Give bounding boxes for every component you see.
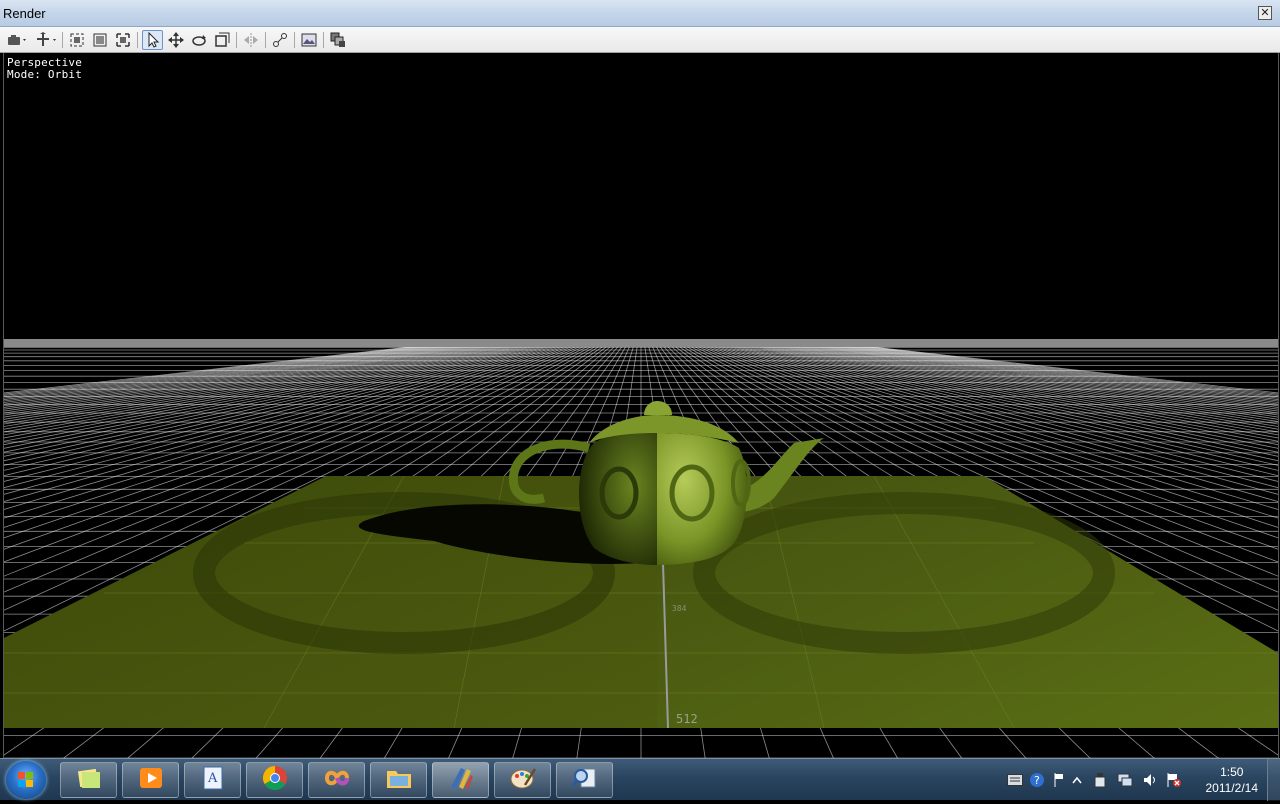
move-tool-icon[interactable] <box>166 30 186 50</box>
viewport-info: Perspective Mode: Orbit <box>7 57 82 81</box>
show-desktop-button[interactable] <box>1267 759 1280 801</box>
rotate-tool-icon[interactable] <box>189 30 209 50</box>
window-title: Render <box>3 6 46 21</box>
render-app-icon <box>447 765 475 796</box>
mode-label: Mode: Orbit <box>7 68 83 81</box>
ruler-small-label: 384 <box>672 604 687 613</box>
layers-icon[interactable] <box>328 30 348 50</box>
teapot-knob <box>644 401 672 415</box>
taskbar-app-visual-studio[interactable] <box>308 762 365 798</box>
visual-studio-icon <box>323 765 351 796</box>
close-button[interactable]: ✕ <box>1258 6 1272 20</box>
taskbar-app-wordpad[interactable]: A <box>184 762 241 798</box>
action-center-icon[interactable] <box>1166 772 1182 788</box>
taskbar-app-render[interactable] <box>432 762 489 798</box>
svg-text:A: A <box>207 771 218 786</box>
ruler-label: 512 <box>676 712 698 726</box>
help-icon[interactable]: ? <box>1029 772 1045 788</box>
windows-taskbar: A ? 1:50 2011/2/14 <box>0 758 1280 801</box>
connect-tool-icon[interactable] <box>270 30 290 50</box>
show-hidden-icon[interactable] <box>1069 772 1085 788</box>
window-titlebar[interactable]: Render ✕ <box>0 0 1280 27</box>
sticky-notes-icon <box>76 765 102 796</box>
taskbar-app-chrome[interactable] <box>246 762 303 798</box>
taskbar-app-search-tool[interactable] <box>556 762 613 798</box>
svg-text:?: ? <box>1034 774 1040 787</box>
3d-viewport[interactable]: 512 384 Perspective Mode: Orbit <box>3 53 1279 758</box>
snapshot-icon[interactable] <box>299 30 319 50</box>
explorer-folder-icon <box>385 765 413 796</box>
network-icon[interactable] <box>1117 772 1133 788</box>
select-arrow-icon[interactable] <box>142 30 163 50</box>
fit-view-icon[interactable] <box>113 30 133 50</box>
paint-icon <box>509 765 537 796</box>
mirror-tool-icon[interactable] <box>241 30 261 50</box>
taskbar-app-sticky-notes[interactable] <box>60 762 117 798</box>
flag-icon[interactable] <box>1051 772 1067 788</box>
taskbar-app-paint[interactable] <box>494 762 551 798</box>
start-button[interactable] <box>6 761 46 799</box>
viewport-toolbar <box>0 27 1280 53</box>
frame-selected-icon[interactable] <box>90 30 110 50</box>
camera-menu-icon[interactable] <box>5 30 29 50</box>
volume-icon[interactable] <box>1142 772 1158 788</box>
search-tool-icon <box>571 765 599 796</box>
media-player-icon <box>138 765 164 796</box>
system-clock[interactable]: 1:50 2011/2/14 <box>1206 764 1259 796</box>
render-scene: 512 384 <box>4 339 1278 758</box>
scale-tool-icon[interactable] <box>212 30 232 50</box>
usb-icon[interactable] <box>1092 772 1108 788</box>
frame-all-icon[interactable] <box>67 30 87 50</box>
horizon-band <box>4 339 1278 347</box>
clock-time: 1:50 <box>1220 765 1244 779</box>
clock-date: 2011/2/14 <box>1205 781 1259 795</box>
chrome-icon <box>261 764 289 797</box>
taskbar-app-explorer[interactable] <box>370 762 427 798</box>
taskbar-app-media-player[interactable] <box>122 762 179 798</box>
keyboard-icon[interactable] <box>1007 772 1023 788</box>
pan-menu-icon[interactable] <box>33 30 59 50</box>
wordpad-icon: A <box>200 765 226 796</box>
